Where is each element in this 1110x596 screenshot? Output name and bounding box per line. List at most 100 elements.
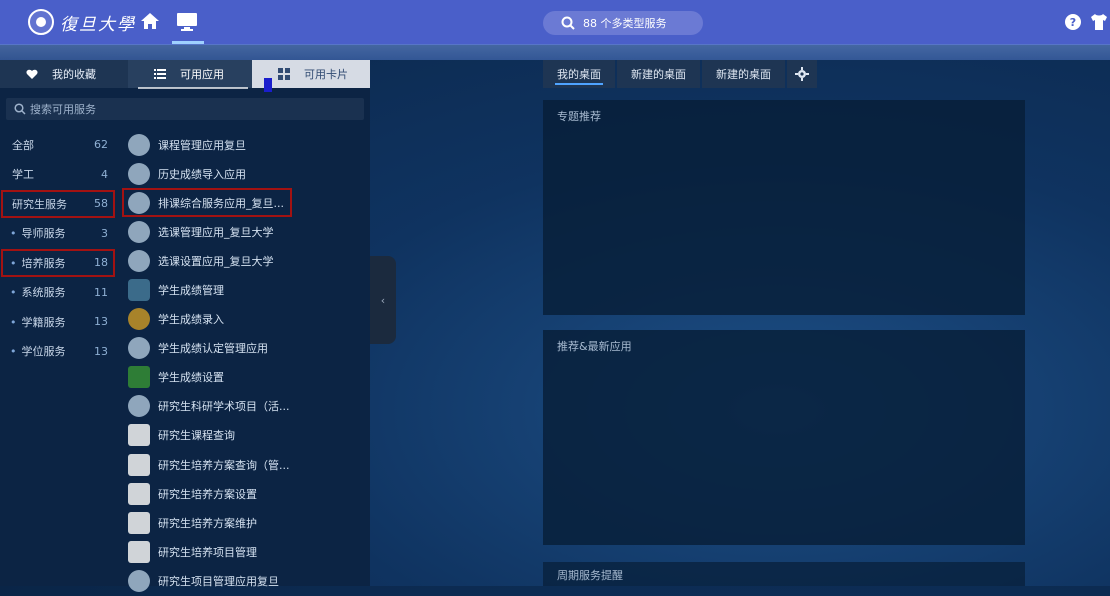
grad-hat-icon — [128, 540, 150, 563]
svg-text:?: ? — [1070, 16, 1076, 29]
desktop-icon[interactable] — [176, 12, 198, 32]
card-title: 专题推荐 — [557, 110, 601, 123]
list-item[interactable]: 研究生项目管理应用复旦 — [122, 566, 370, 595]
tab-new-desktop-2[interactable]: 新建的桌面 — [702, 60, 785, 88]
app-label: 学生成绩设置 — [158, 371, 224, 385]
home-icon[interactable] — [140, 12, 160, 30]
card-title: 推荐&最新应用 — [557, 340, 632, 353]
category-count: 13 — [94, 315, 108, 329]
theme-shirt-icon[interactable] — [1090, 13, 1108, 31]
category-count: 4 — [101, 167, 108, 181]
global-search-button[interactable]: 88 个多类型服务 — [543, 11, 703, 35]
service-search-input[interactable]: 搜索可用服务 — [6, 98, 364, 120]
ledger-icon — [128, 308, 150, 331]
cloud-icon — [128, 133, 150, 156]
list-item[interactable]: 研究生培养方案查询（管... — [122, 450, 370, 479]
category-name: 导师服务 — [10, 225, 66, 241]
list-item[interactable]: 研究生培养项目管理 — [122, 537, 370, 566]
app-label: 学生成绩管理 — [158, 284, 224, 298]
tab-my-desktop[interactable]: 我的桌面 — [543, 60, 615, 88]
list-item[interactable]: 研究生课程查询 — [122, 421, 370, 450]
cloud-icon — [128, 220, 150, 243]
app-label: 研究生培养方案查询（管... — [158, 458, 290, 472]
category-all[interactable]: 全部 62 — [0, 130, 116, 160]
list-item[interactable]: 选课设置应用_复旦大学 — [122, 246, 370, 275]
tab-available-apps-label: 可用应用 — [180, 68, 224, 81]
category-count: 58 — [94, 197, 108, 211]
heart-icon — [26, 69, 38, 79]
category-training-services[interactable]: 培养服务 18 — [0, 248, 116, 278]
collapse-panel-handle[interactable]: ‹ — [370, 256, 396, 344]
app-label: 学生成绩录入 — [158, 313, 224, 327]
category-student-affairs[interactable]: 学工 4 — [0, 160, 116, 190]
category-degree-services[interactable]: 学位服务 13 — [0, 337, 116, 367]
header-underlay — [0, 44, 1110, 60]
grad-hat-icon — [128, 511, 150, 534]
gear-icon — [795, 67, 809, 81]
app-label: 学生成绩认定管理应用 — [158, 342, 268, 356]
university-logo[interactable]: 復旦大學 — [28, 9, 136, 35]
list-item[interactable]: 学生成绩录入 — [122, 305, 370, 334]
recommended-apps-card: 推荐&最新应用 — [543, 330, 1025, 545]
list-item[interactable]: 研究生培养方案维护 — [122, 508, 370, 537]
desktop-tabs: 我的桌面 新建的桌面 新建的桌面 — [543, 60, 819, 88]
list-item[interactable]: 排课综合服务应用_复旦... — [122, 188, 292, 218]
category-count: 13 — [94, 344, 108, 358]
app-label: 历史成绩导入应用 — [158, 167, 246, 181]
app-label: 研究生课程查询 — [158, 429, 235, 443]
desktop-settings-button[interactable] — [787, 60, 817, 88]
category-name: 系统服务 — [10, 284, 66, 300]
category-count: 3 — [101, 226, 108, 240]
tab-available-cards-label: 可用卡片 — [304, 68, 348, 81]
list-item[interactable]: 学生成绩认定管理应用 — [122, 334, 370, 363]
periodic-reminder-card: 周期服务提醒 — [543, 562, 1025, 586]
category-advisor-services[interactable]: 导师服务 3 — [0, 219, 116, 249]
cloud-icon — [128, 249, 150, 272]
tab-new-desktop-1[interactable]: 新建的桌面 — [617, 60, 700, 88]
app-list: 课程管理应用复旦 历史成绩导入应用 排课综合服务应用_复旦... 选课管理应用_… — [122, 130, 370, 596]
tab-available-apps[interactable]: 可用应用 — [128, 60, 252, 88]
category-list: 全部 62 学工 4 研究生服务 58 导师服务 3 培养服务 18 系统服务 … — [0, 130, 116, 366]
list-item[interactable]: 课程管理应用复旦 — [122, 130, 370, 159]
list-icon — [154, 69, 166, 79]
cloud-icon — [128, 569, 150, 592]
app-label: 选课设置应用_复旦大学 — [158, 254, 274, 268]
grid-icon — [278, 68, 290, 80]
category-graduate-services[interactable]: 研究生服务 58 — [0, 189, 116, 219]
global-search-label: 88 个多类型服务 — [583, 17, 667, 30]
logo-text: 復旦大學 — [60, 14, 136, 35]
tab-favorites[interactable]: 我的收藏 — [0, 60, 128, 88]
app-label: 选课管理应用_复旦大学 — [158, 225, 274, 239]
list-item[interactable]: 学生成绩管理 — [122, 275, 370, 304]
grad-hat-icon — [128, 482, 150, 505]
category-system-services[interactable]: 系统服务 11 — [0, 278, 116, 308]
cloud-icon — [128, 337, 150, 360]
tab-favorites-label: 我的收藏 — [52, 68, 96, 81]
list-item[interactable]: 选课管理应用_复旦大学 — [122, 217, 370, 246]
chevron-left-icon: ‹ — [380, 293, 386, 307]
category-count: 18 — [94, 256, 108, 270]
category-name: 学工 — [12, 168, 34, 182]
app-label: 研究生项目管理应用复旦 — [158, 574, 279, 588]
list-item[interactable]: 学生成绩设置 — [122, 363, 370, 392]
search-icon — [561, 16, 575, 30]
list-item[interactable]: 研究生科研学术项目（活... — [122, 392, 370, 421]
list-item[interactable]: 研究生培养方案设置 — [122, 479, 370, 508]
service-panel: 我的收藏 可用应用 可用卡片 搜索可用服务 全部 62 学工 4 研究生服务 5… — [0, 60, 370, 592]
cloud-icon — [128, 162, 150, 185]
cloud-icon — [128, 395, 150, 418]
grad-hat-icon — [128, 453, 150, 476]
app-label: 研究生培养方案设置 — [158, 487, 257, 501]
app-label: 研究生科研学术项目（活... — [158, 400, 290, 414]
app-label: 研究生培养方案维护 — [158, 516, 257, 530]
category-name: 培养服务 — [10, 255, 66, 271]
tab-active-underline — [138, 87, 248, 89]
help-icon[interactable]: ? — [1064, 13, 1082, 31]
category-enrollment-services[interactable]: 学籍服务 13 — [0, 307, 116, 337]
list-item[interactable]: 历史成绩导入应用 — [122, 159, 370, 188]
service-search-placeholder: 搜索可用服务 — [30, 103, 96, 116]
cursor-marker — [264, 78, 272, 92]
cloud-icon — [128, 191, 150, 214]
category-name: 学籍服务 — [10, 314, 66, 330]
app-label: 排课综合服务应用_复旦... — [158, 196, 284, 210]
